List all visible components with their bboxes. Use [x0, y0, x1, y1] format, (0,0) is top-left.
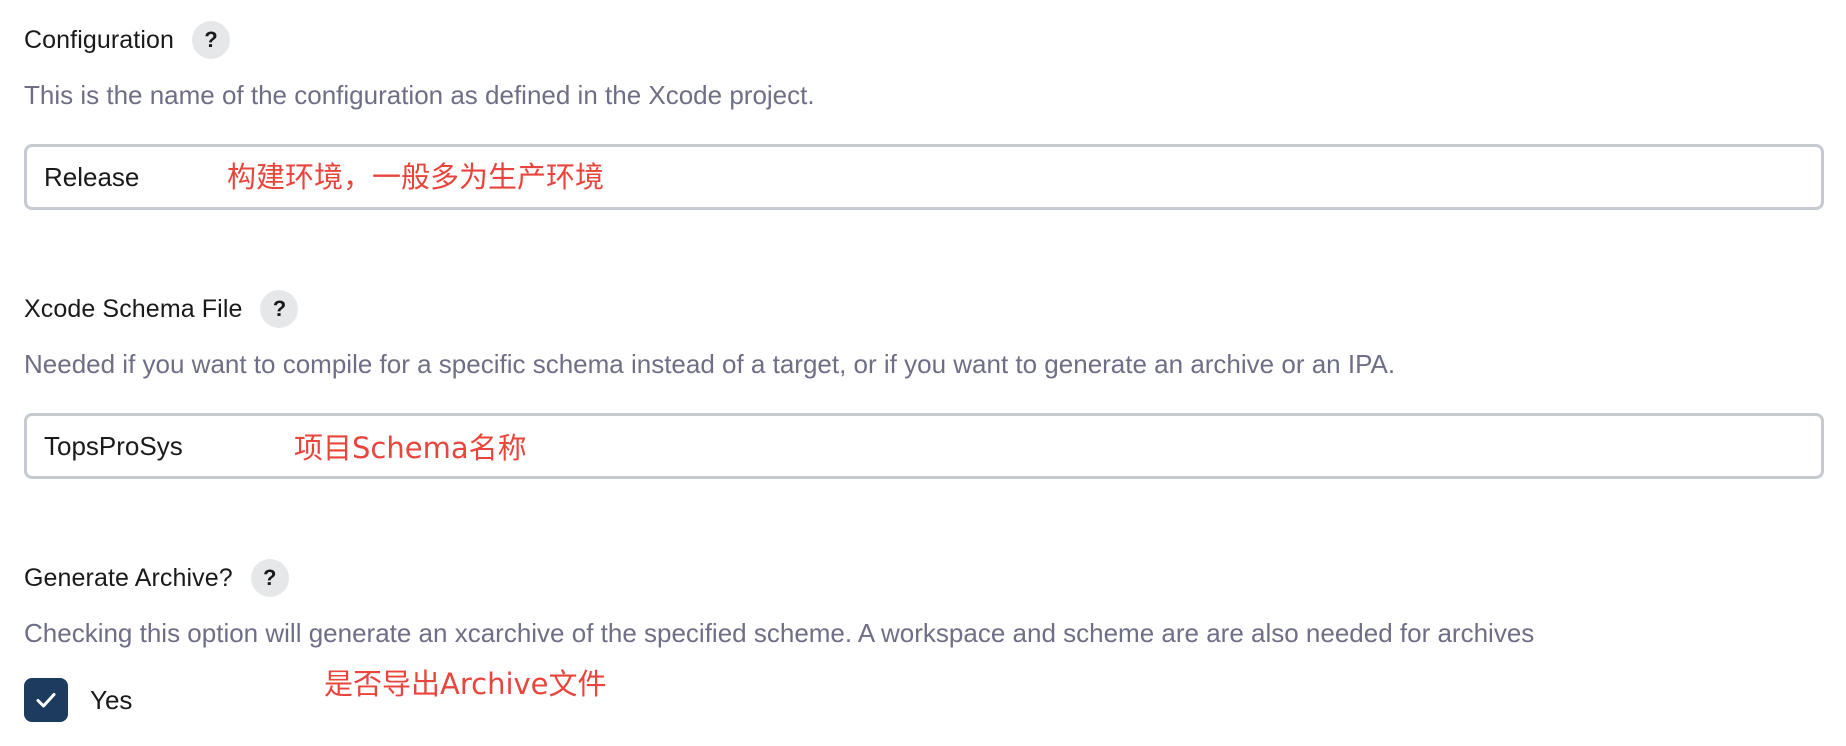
configuration-description: This is the name of the configuration as… [24, 80, 815, 110]
schema-input[interactable] [44, 416, 1767, 476]
archive-checkbox[interactable] [24, 678, 68, 722]
archive-checkbox-label[interactable]: Yes [90, 685, 132, 716]
schema-help-button[interactable]: ? [260, 290, 299, 328]
archive-checkbox-row: Yes 是否导出Archive文件 [24, 667, 1824, 722]
schema-description: Needed if you want to compile for a spec… [24, 349, 1396, 379]
configuration-input-wrapper: 构建环境，一般多为生产环境 [24, 144, 1824, 210]
archive-description: Checking this option will generate an xc… [24, 618, 1535, 648]
archive-label-row: Generate Archive? ? [24, 556, 1824, 600]
schema-input-wrapper: 项目Schema名称 [24, 413, 1824, 479]
configuration-help-button[interactable]: ? [192, 21, 231, 59]
schema-section: Xcode Schema File ? Needed if you want t… [24, 287, 1824, 479]
configuration-label-row: Configuration ? [24, 18, 1824, 62]
configuration-section: Configuration ? This is the name of the … [24, 18, 1824, 210]
configuration-input[interactable] [44, 147, 1767, 207]
archive-help-button[interactable]: ? [250, 559, 289, 597]
schema-label: Xcode Schema File [24, 294, 243, 323]
configuration-label: Configuration [24, 25, 175, 54]
archive-section: Generate Archive? ? Checking this option… [24, 556, 1824, 722]
archive-label: Generate Archive? [24, 563, 233, 592]
archive-annotation: 是否导出Archive文件 [324, 667, 607, 701]
schema-label-row: Xcode Schema File ? [24, 287, 1824, 331]
checkmark-icon [36, 693, 56, 708]
